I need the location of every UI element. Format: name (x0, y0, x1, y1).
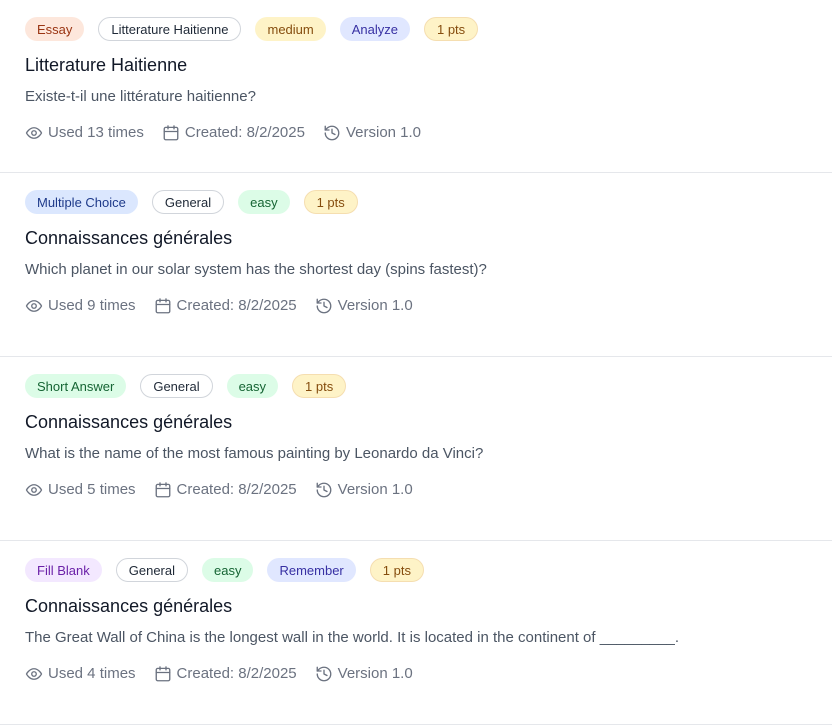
version-info: Version 1.0 (315, 296, 413, 316)
question-text: What is the name of the most famous pain… (25, 445, 484, 462)
version-info: Version 1.0 (315, 664, 413, 684)
difficulty-badge: easy (226, 374, 279, 398)
eye-icon (25, 668, 43, 680)
version-text: Version 1.0 (337, 297, 413, 314)
points-badge: 1 pts (292, 374, 347, 398)
version-text: Version 1.0 (337, 481, 413, 498)
calendar-icon (155, 298, 170, 314)
calendar-icon (155, 482, 170, 498)
question-type-badge: Short Answer (25, 374, 127, 398)
subject-badge: Litterature Haitienne (98, 17, 242, 41)
question-type-badge: Multiple Choice (25, 190, 138, 214)
created-date: Created: 8/2/2025 (154, 296, 297, 316)
usage-count: Used 13 times (25, 123, 144, 143)
subject-badge: General (140, 374, 213, 398)
history-icon (316, 298, 332, 314)
question-card[interactable]: Multiple Choice General easy 1 pts Conna… (0, 173, 832, 357)
calendar-icon (155, 666, 170, 682)
question-title: Connaissances générales (25, 596, 233, 616)
version-info: Version 1.0 (315, 480, 413, 500)
points-badge: 1 pts (423, 17, 479, 41)
eye-icon (25, 127, 43, 139)
created-text: Created: 8/2/2025 (184, 124, 305, 141)
question-text: Existe-t-il une littérature haitienne? (25, 88, 256, 105)
question-title: Litterature Haitienne (25, 55, 188, 75)
eye-icon (25, 484, 43, 496)
question-meta: Used 5 times Created: 8/2/2025 Version 1… (25, 480, 808, 500)
question-meta: Used 9 times Created: 8/2/2025 Version 1… (25, 296, 808, 316)
usage-text: Used 9 times (48, 297, 136, 314)
question-title: Connaissances générales (25, 412, 233, 432)
question-meta: Used 13 times Created: 8/2/2025 Version … (25, 123, 808, 143)
eye-icon (25, 300, 43, 312)
question-card[interactable]: Short Answer General easy 1 pts Connaiss… (0, 357, 832, 541)
version-info: Version 1.0 (323, 123, 421, 143)
created-text: Created: 8/2/2025 (176, 297, 297, 314)
subject-badge: General (115, 558, 188, 582)
created-date: Created: 8/2/2025 (162, 123, 305, 143)
usage-text: Used 5 times (48, 481, 136, 498)
created-date: Created: 8/2/2025 (154, 480, 297, 500)
points-badge: 1 pts (369, 558, 424, 582)
usage-count: Used 9 times (25, 296, 136, 316)
version-text: Version 1.0 (337, 665, 413, 682)
question-meta: Used 4 times Created: 8/2/2025 Version 1… (25, 664, 808, 684)
usage-count: Used 4 times (25, 664, 136, 684)
difficulty-badge: medium (255, 17, 326, 41)
history-icon (316, 666, 332, 682)
question-card[interactable]: Essay Litterature Haitienne medium Analy… (0, 0, 832, 173)
created-text: Created: 8/2/2025 (176, 481, 297, 498)
question-tags: Essay Litterature Haitienne medium Analy… (25, 16, 808, 42)
version-text: Version 1.0 (345, 124, 422, 141)
question-card[interactable]: Fill Blank General easy Remember 1 pts C… (0, 541, 832, 725)
points-badge: 1 pts (303, 190, 358, 214)
bloom-level-badge: Remember (267, 558, 356, 582)
question-tags: Multiple Choice General easy 1 pts (25, 189, 808, 215)
calendar-icon (163, 125, 179, 141)
question-type-badge: Fill Blank (25, 558, 102, 582)
subject-badge: General (151, 190, 225, 214)
question-tags: Short Answer General easy 1 pts (25, 373, 808, 399)
question-list: Essay Litterature Haitienne medium Analy… (0, 0, 832, 725)
usage-text: Used 13 times (48, 124, 144, 141)
question-text: Which planet in our solar system has the… (25, 261, 487, 278)
question-text: The Great Wall of China is the longest w… (25, 629, 679, 646)
history-icon (324, 125, 340, 141)
created-date: Created: 8/2/2025 (154, 664, 297, 684)
usage-text: Used 4 times (48, 665, 136, 682)
usage-count: Used 5 times (25, 480, 136, 500)
bloom-level-badge: Analyze (339, 17, 410, 41)
difficulty-badge: easy (238, 190, 290, 214)
difficulty-badge: easy (202, 558, 254, 582)
history-icon (316, 482, 332, 498)
question-type-badge: Essay (25, 17, 85, 41)
question-tags: Fill Blank General easy Remember 1 pts (25, 557, 808, 583)
created-text: Created: 8/2/2025 (176, 665, 297, 682)
question-title: Connaissances générales (25, 228, 233, 248)
